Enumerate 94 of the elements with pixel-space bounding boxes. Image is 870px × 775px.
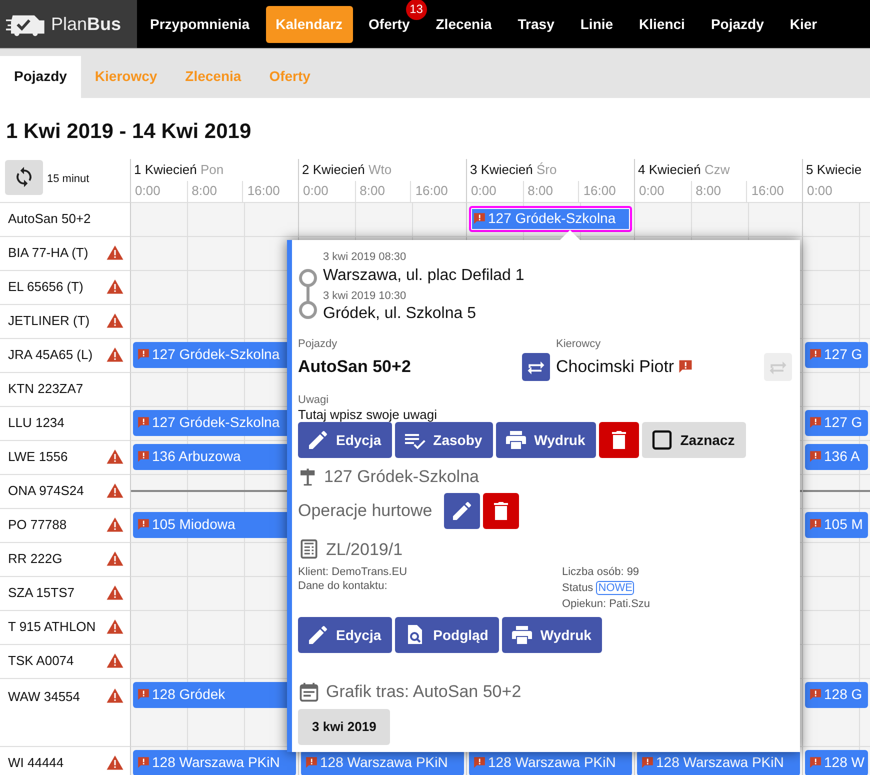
event-bar[interactable]: 105 M bbox=[805, 512, 868, 538]
day-header: 3 Kwiecień Śro bbox=[469, 160, 558, 178]
event-bar[interactable]: 127 G bbox=[805, 342, 868, 368]
contact-info: Dane do kontaktu: bbox=[298, 579, 388, 593]
status-tag: NOWE bbox=[596, 581, 634, 595]
stop-time: 3 kwi 2019 10:30 bbox=[323, 288, 408, 304]
refresh-button[interactable] bbox=[5, 160, 43, 194]
status-label: Status bbox=[562, 582, 594, 594]
event-bar[interactable]: 128 W bbox=[805, 750, 868, 775]
nav-item[interactable]: Kier bbox=[780, 6, 828, 42]
notes-text: Tutaj wpisz swoje uwagi bbox=[298, 408, 438, 422]
calendar-cell bbox=[802, 236, 870, 270]
hour-label: 0:00 bbox=[134, 182, 162, 200]
schedule-title: Grafik tras: AutoSan 50+2 bbox=[326, 681, 522, 703]
hour-label: 0:00 bbox=[470, 182, 498, 200]
edit-button[interactable]: Edycja bbox=[298, 422, 392, 458]
vehicle-name[interactable]: JRA 45A65 (L) bbox=[8, 345, 93, 365]
event-bar[interactable]: 127 G bbox=[805, 410, 868, 436]
preview-button[interactable]: Podgląd bbox=[395, 617, 500, 653]
vehicle-name[interactable]: KTN 223ZA7 bbox=[8, 379, 84, 399]
vehicle-name[interactable]: AutoSan 50+2 bbox=[8, 209, 91, 229]
stop-address: Warszawa, ul. plac Defilad 1 bbox=[323, 266, 526, 284]
vehicle-name[interactable]: SZA 15TS7 bbox=[8, 583, 74, 603]
interval-label: 15 minut bbox=[47, 172, 90, 186]
timeline-line bbox=[803, 490, 870, 492]
delete-button[interactable] bbox=[599, 422, 640, 458]
vehicle-name[interactable]: JETLINER (T) bbox=[8, 311, 90, 331]
passenger-count: Liczba osób: 99 bbox=[562, 565, 640, 579]
event-bar[interactable]: 128 Warszawa PKiN bbox=[133, 750, 296, 775]
day-header: 1 Kwiecień Pon bbox=[133, 160, 225, 178]
calendar-cell bbox=[802, 610, 870, 644]
printer-icon bbox=[504, 428, 528, 452]
nav-item[interactable]: Trasy bbox=[508, 6, 564, 42]
stop-address: Gródek, ul. Szkolna 5 bbox=[323, 304, 477, 323]
field-label: Uwagi bbox=[298, 392, 330, 408]
brand-logo[interactable]: PlanBus bbox=[0, 0, 137, 48]
event-bar[interactable]: 127 Gródek-Szkolna bbox=[469, 206, 632, 232]
vehicle-name[interactable]: ONA 974S24 bbox=[8, 481, 84, 501]
vehicle-name[interactable]: T 915 ATHLON bbox=[8, 617, 96, 637]
vehicle-name[interactable]: TSK A0074 bbox=[8, 651, 74, 671]
view-tab[interactable]: Pojazdy bbox=[0, 56, 81, 98]
day-header: 5 Kwiecie bbox=[805, 160, 863, 178]
delete-button[interactable] bbox=[483, 492, 520, 528]
vehicle-value: AutoSan 50+2 bbox=[298, 356, 412, 378]
vehicle-row-header[interactable]: WI 44444 bbox=[0, 746, 130, 775]
bulk-operations-label: Operacje hurtowe bbox=[298, 500, 432, 522]
pencil-icon bbox=[306, 623, 330, 647]
edit-button[interactable] bbox=[444, 492, 480, 528]
calendar-icon bbox=[298, 680, 320, 703]
vehicle-name[interactable]: LLU 1234 bbox=[8, 413, 64, 433]
nav-item[interactable]: Zlecenia bbox=[426, 6, 502, 42]
calendar-cell bbox=[802, 202, 870, 236]
route-name: 127 Gródek-Szkolna bbox=[324, 466, 479, 488]
vehicle-name[interactable]: LWE 1556 bbox=[8, 447, 68, 467]
vehicle-name[interactable]: PO 77788 bbox=[8, 515, 67, 535]
checkbox-icon bbox=[650, 428, 674, 452]
vehicle-name[interactable]: RR 222G bbox=[8, 549, 62, 569]
pencil-icon bbox=[306, 428, 330, 452]
date-range-title: 1 Kwi 2019 - 14 Kwi 2019 bbox=[6, 119, 252, 145]
event-bar[interactable]: 136 A bbox=[805, 444, 868, 470]
event-bar[interactable]: 128 G bbox=[805, 682, 868, 708]
field-label: Pojazdy bbox=[298, 337, 338, 352]
resources-button[interactable]: Zasoby bbox=[395, 422, 494, 458]
calendar-cell bbox=[802, 576, 870, 610]
calendar-cell bbox=[802, 270, 870, 304]
nav-item[interactable]: Klienci bbox=[629, 6, 695, 42]
day-header: 2 Kwiecień Wto bbox=[301, 160, 393, 178]
hour-label: 0:00 bbox=[806, 182, 834, 200]
document-icon bbox=[298, 538, 320, 560]
client-info: Klient: DemoTrans.EU bbox=[298, 565, 408, 579]
print-button[interactable]: Wydruk bbox=[496, 422, 596, 458]
notification-count: 13 bbox=[406, 0, 427, 20]
order-number: ZL/2019/1 bbox=[326, 538, 403, 560]
vehicle-name[interactable]: WAW 34554 bbox=[8, 686, 80, 706]
nav-item[interactable]: Pojazdy bbox=[700, 6, 774, 42]
print-button[interactable]: Wydruk bbox=[502, 617, 602, 653]
date-button[interactable]: 3 kwi 2019 bbox=[298, 708, 390, 744]
select-button[interactable]: Zaznacz bbox=[642, 422, 746, 458]
vehicle-name[interactable]: WI 44444 bbox=[8, 753, 64, 773]
field-label: Kierowcy bbox=[556, 337, 602, 352]
edit-button[interactable]: Edycja bbox=[298, 617, 392, 653]
nav-item[interactable]: Przypomnienia bbox=[140, 6, 260, 42]
hour-label: 0:00 bbox=[302, 182, 330, 200]
swap-button[interactable] bbox=[522, 352, 550, 380]
driver-name: Chocimski Piotr bbox=[556, 356, 674, 378]
hour-label: 0:00 bbox=[638, 182, 666, 200]
vehicle-name[interactable]: EL 65656 (T) bbox=[8, 277, 84, 297]
route-line-drawing bbox=[298, 268, 318, 320]
nav-item[interactable]: Linie bbox=[570, 6, 624, 42]
stop-time: 3 kwi 2019 08:30 bbox=[323, 250, 408, 265]
vehicle-name[interactable]: BIA 77-HA (T) bbox=[8, 243, 88, 263]
printer-icon bbox=[510, 623, 534, 647]
day-header: 4 Kwiecień Czw bbox=[637, 160, 731, 178]
owner-info: Opiekun: Pati.Szu bbox=[562, 597, 652, 611]
